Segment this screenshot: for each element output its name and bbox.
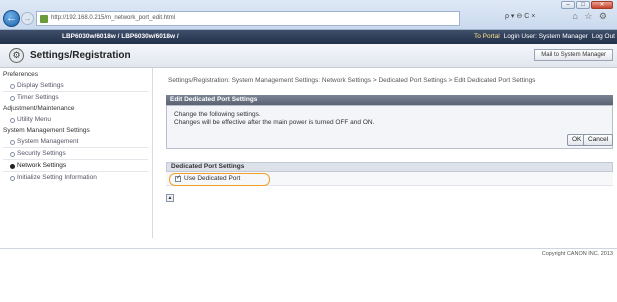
browser-chrome: – □ ✕ ← → http://192.168.0.215/m_network… — [0, 0, 617, 30]
settings-icon: ⚙ — [9, 48, 24, 63]
toolbar-icons[interactable]: ⌂ ☆ ⚙ — [572, 11, 609, 22]
back-to-top-icon[interactable]: ▲ — [166, 194, 174, 202]
address-actions[interactable]: ρ ▾ ⊖ C × — [505, 12, 535, 20]
window-controls: – □ ✕ — [561, 1, 613, 9]
breadcrumb: Settings/Registration: System Management… — [168, 77, 536, 84]
login-user: Login User: System Manager — [503, 33, 588, 40]
sidebar-group-adjustment[interactable]: Adjustment/Maintenance — [3, 105, 75, 112]
sidebar-item-initialize-settings[interactable]: Initialize Setting Information — [9, 174, 97, 181]
use-dedicated-port-checkbox[interactable] — [175, 174, 181, 182]
address-url: http://192.168.0.215/m_network_port_edit… — [51, 15, 176, 21]
page-title: Settings/Registration — [30, 50, 131, 61]
close-button[interactable]: ✕ — [591, 1, 613, 9]
power-notice-text: Changes will be effective after the main… — [174, 119, 375, 126]
footer-divider — [0, 248, 617, 249]
instruction-text: Change the following settings. — [174, 111, 261, 118]
device-user-area: To Portal Login User: System Manager Log… — [474, 33, 615, 40]
section-title: Dedicated Port Settings — [166, 162, 613, 172]
title-bar: ⚙ Settings/Registration Mail to System M… — [0, 44, 617, 68]
main-content: Settings/Registration: System Management… — [153, 68, 617, 238]
divider — [3, 91, 148, 92]
divider — [3, 171, 148, 172]
sidebar-group-system-management[interactable]: System Management Settings — [3, 127, 90, 134]
edit-panel: Change the following settings. Changes w… — [166, 105, 614, 149]
logout-link[interactable]: Log Out — [592, 33, 615, 40]
portal-link[interactable]: To Portal — [474, 33, 500, 40]
use-dedicated-port-row: Use Dedicated Port — [166, 172, 613, 186]
sidebar-item-system-management[interactable]: System Management — [9, 138, 78, 145]
mail-to-system-manager-button[interactable]: Mail to System Manager — [534, 49, 613, 61]
sidebar-item-utility-menu[interactable]: Utility Menu — [9, 116, 51, 123]
sidebar-item-network-settings[interactable]: Network Settings — [9, 162, 66, 169]
sidebar: Preferences Display Settings Timer Setti… — [0, 68, 153, 238]
address-bar[interactable]: http://192.168.0.215/m_network_port_edit… — [36, 11, 460, 26]
back-arrow-icon[interactable]: ← — [3, 10, 20, 27]
divider — [3, 147, 148, 148]
sidebar-item-display-settings[interactable]: Display Settings — [9, 82, 64, 89]
divider — [3, 159, 148, 160]
device-name: LBP6030w/6018w / LBP6030w/6018w / — [62, 33, 179, 40]
forward-arrow-icon[interactable]: → — [21, 12, 34, 25]
cancel-button[interactable]: Cancel — [583, 134, 614, 146]
edit-panel-title: Edit Dedicated Port Settings — [166, 95, 613, 105]
sidebar-item-security-settings[interactable]: Security Settings — [9, 150, 66, 157]
sidebar-item-timer-settings[interactable]: Timer Settings — [9, 94, 59, 101]
use-dedicated-port-label[interactable]: Use Dedicated Port — [184, 175, 240, 182]
copyright: Copyright CANON INC. 2013 — [541, 251, 613, 257]
page-icon — [40, 15, 48, 23]
minimize-button[interactable]: – — [561, 1, 575, 9]
device-bar: LBP6030w/6018w / LBP6030w/6018w / To Por… — [0, 30, 617, 44]
maximize-button[interactable]: □ — [576, 1, 590, 9]
sidebar-group-preferences[interactable]: Preferences — [3, 71, 38, 78]
